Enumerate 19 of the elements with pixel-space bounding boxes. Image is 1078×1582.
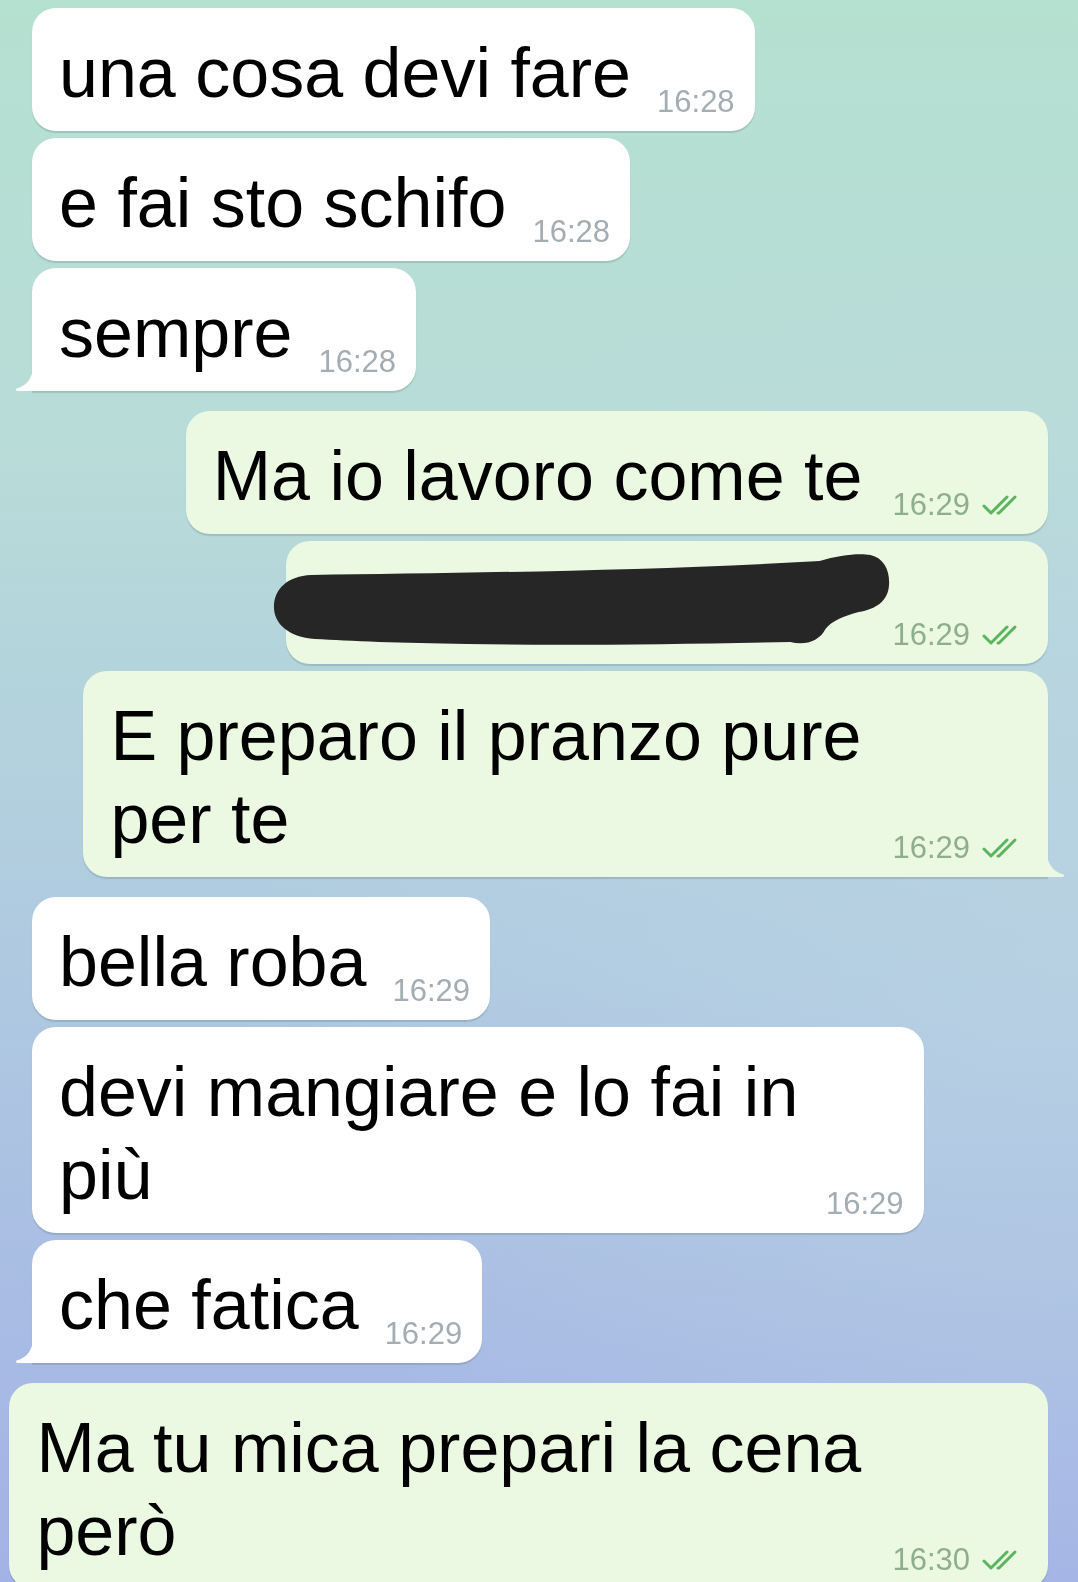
message-text: sempre [59, 294, 293, 372]
message-text: e fai sto schifo [59, 164, 507, 242]
message-text: E preparo il pranzo pure per te [110, 697, 862, 858]
message-text: Ma io lavoro come te [212, 437, 863, 515]
message-text: Ma tu mica prepari la cena però [36, 1409, 862, 1570]
message-time: 16:29 [892, 832, 970, 863]
message-text: una cosa devi fare [59, 34, 632, 112]
message-text: devi mangiare e lo fai in più [59, 1053, 799, 1214]
message-time: 16:29 [892, 489, 970, 520]
message-time: 16:29 [826, 1188, 904, 1219]
message-time: 16:29 [384, 1318, 463, 1349]
message-time: 16:30 [892, 1544, 970, 1575]
message-time: 16:28 [532, 216, 611, 247]
message-text: bella roba [59, 923, 367, 1001]
message-time: 16:28 [657, 86, 735, 117]
message-time: 16:28 [318, 346, 396, 377]
message-time: 16:29 [392, 975, 471, 1006]
message-text: che fatica [59, 1266, 359, 1344]
message-time: 16:29 [892, 619, 970, 650]
